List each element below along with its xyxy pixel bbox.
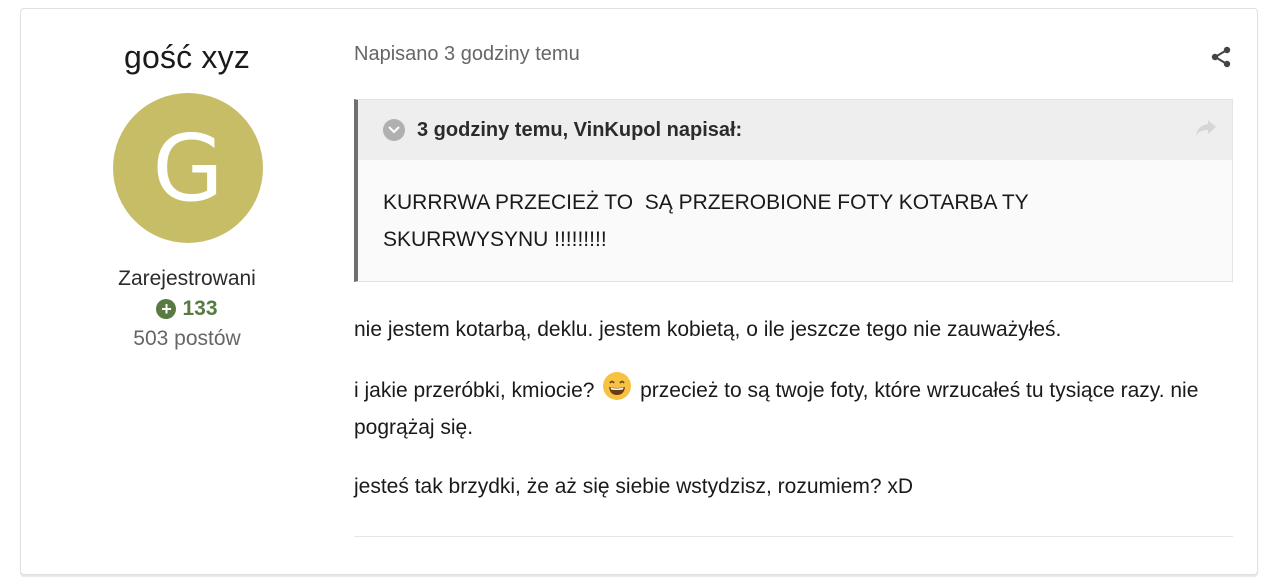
chevron-down-icon[interactable] xyxy=(383,119,405,141)
go-to-quoted-post-icon[interactable] xyxy=(1194,118,1218,138)
post-content: nie jestem kotarbą, deklu. jestem kobiet… xyxy=(354,311,1234,527)
reputation-badge: + 133 xyxy=(21,297,353,321)
post-paragraph: i jakie przeróbki, kmiocie? przecież to … xyxy=(354,371,1234,446)
avatar-letter: G xyxy=(152,114,224,222)
quote-citation[interactable]: 3 godziny temu, VinKupol napisał: xyxy=(417,119,742,142)
post-count: 503 postów xyxy=(133,327,241,350)
plus-circle-icon: + xyxy=(156,299,177,319)
author-group: Zarejestrowani xyxy=(118,267,256,290)
grinning-face-emoji xyxy=(603,372,632,400)
post-paragraph: nie jestem kotarbą, deklu. jestem kobiet… xyxy=(354,318,1062,341)
post-paragraph: jesteś tak brzydki, że aż się siebie wst… xyxy=(354,475,914,498)
forum-post: gość xyz G Zarejestrowani + 133 503 post… xyxy=(20,8,1258,575)
reputation-value: 133 xyxy=(182,297,218,320)
avatar[interactable]: G xyxy=(113,93,263,243)
share-icon[interactable] xyxy=(1209,45,1233,69)
quote-header: 3 godziny temu, VinKupol napisał: xyxy=(358,100,1232,160)
post-divider xyxy=(354,536,1233,537)
quote-text: KURRRWA PRZECIEŻ TO SĄ PRZEROBIONE FOTY … xyxy=(383,191,1029,251)
author-name[interactable]: gość xyz xyxy=(21,39,353,76)
paragraph-text-start: i jakie przeróbki, kmiocie? xyxy=(354,379,595,402)
quote-block: 3 godziny temu, VinKupol napisał: KURRRW… xyxy=(354,99,1233,282)
post-meta[interactable]: Napisano 3 godziny temu xyxy=(354,43,580,66)
